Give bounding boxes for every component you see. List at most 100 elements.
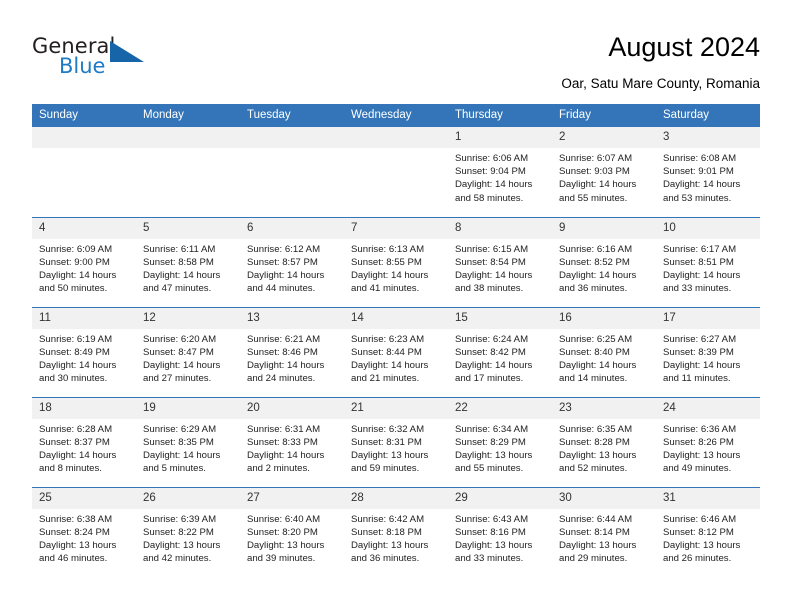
day-details: Sunrise: 6:34 AM Sunset: 8:29 PM Daylight:… [448,419,552,476]
day-sunrise-text: Sunrise: 6:40 AM [247,513,321,525]
day-daylight-text: Daylight: 14 hours [663,359,741,371]
calendar-day-cell[interactable]: 6 Sunrise: 6:12 AM Sunset: 8:57 PM Daylight… [240,216,344,307]
day-details: Sunrise: 6:16 AM Sunset: 8:52 PM Daylight:… [552,239,656,296]
calendar-day-cell[interactable]: 3 Sunrise: 6:08 AM Sunset: 9:01 PM Daylight… [656,127,760,217]
day-daylight-text: Daylight: 14 hours [663,179,741,191]
day-sunrise-text: Sunrise: 6:06 AM [455,153,529,164]
day-details: Sunrise: 6:29 AM Sunset: 8:35 PM Daylight:… [136,419,240,476]
calendar-day-cell[interactable]: 12 Sunrise: 6:20 AM Sunset: 8:47 PM Dayligh… [136,306,240,397]
day-number: 5 [136,217,240,239]
page-subtitle: Oar, Satu Mare County, Romania [561,76,760,91]
day-sunset-text: Sunset: 8:39 PM [663,346,734,358]
day-daylight-text: and 2 minutes. [247,463,310,475]
weekday-header-friday: Friday [552,104,656,127]
calendar-day-cell[interactable]: 13 Sunrise: 6:21 AM Sunset: 8:46 PM Dayligh… [240,306,344,397]
calendar-week-row: 4 Sunrise: 6:09 AM Sunset: 9:00 PM Daylight… [32,216,760,307]
day-daylight-text: and 44 minutes. [247,283,316,295]
weekday-header-tuesday: Tuesday [240,104,344,127]
day-daylight-text: Daylight: 14 hours [39,449,117,461]
calendar-day-cell[interactable]: 17 Sunrise: 6:27 AM Sunset: 8:39 PM Dayligh… [656,306,760,397]
calendar-day-cell[interactable]: 29 Sunrise: 6:43 AM Sunset: 8:16 PM Dayligh… [448,486,552,577]
day-details: Sunrise: 6:32 AM Sunset: 8:31 PM Daylight:… [344,419,448,476]
day-number: 9 [552,217,656,239]
calendar-day-cell[interactable]: 31 Sunrise: 6:46 AM Sunset: 8:12 PM Dayligh… [656,486,760,577]
calendar-day-cell[interactable]: 9 Sunrise: 6:16 AM Sunset: 8:52 PM Daylight… [552,216,656,307]
weekday-header-saturday: Saturday [656,104,760,127]
calendar-day-cell[interactable]: 2 Sunrise: 6:07 AM Sunset: 9:03 PM Daylight… [552,127,656,217]
calendar-day-cell[interactable]: 8 Sunrise: 6:15 AM Sunset: 8:54 PM Daylight… [448,216,552,307]
calendar-day-cell[interactable]: 5 Sunrise: 6:11 AM Sunset: 8:58 PM Daylight… [136,216,240,307]
day-details: Sunrise: 6:21 AM Sunset: 8:46 PM Daylight:… [240,329,344,386]
calendar-day-cell[interactable]: 1 Sunrise: 6:06 AM Sunset: 9:04 PM Daylight… [448,127,552,217]
calendar-day-cell[interactable]: 18 Sunrise: 6:28 AM Sunset: 8:37 PM Dayligh… [32,396,136,487]
day-number: 12 [136,307,240,329]
calendar-day-cell[interactable]: 10 Sunrise: 6:17 AM Sunset: 8:51 PM Dayligh… [656,216,760,307]
day-sunrise-text: Sunrise: 6:43 AM [455,513,529,525]
day-number: 25 [32,487,136,509]
day-details: Sunrise: 6:43 AM Sunset: 8:16 PM Daylight:… [448,509,552,566]
day-details: Sunrise: 6:35 AM Sunset: 8:28 PM Daylight:… [552,419,656,476]
day-daylight-text: and 59 minutes. [351,463,420,475]
day-details: Sunrise: 6:08 AM Sunset: 9:01 PM Daylight:… [656,148,760,205]
calendar-day-cell[interactable]: 16 Sunrise: 6:25 AM Sunset: 8:40 PM Dayligh… [552,306,656,397]
day-sunrise-text: Sunrise: 6:27 AM [663,333,737,345]
calendar-table: Sunday Monday Tuesday Wednesday Thursday Frid… [32,104,760,577]
day-daylight-text: and 17 minutes. [455,373,524,385]
day-sunrise-text: Sunrise: 6:24 AM [455,333,529,345]
day-details: Sunrise: 6:39 AM Sunset: 8:22 PM Daylight:… [136,509,240,566]
day-sunrise-text: Sunrise: 6:07 AM [559,153,633,164]
calendar-day-cell[interactable]: 11 Sunrise: 6:19 AM Sunset: 8:49 PM Dayligh… [32,306,136,397]
calendar-body: 1 Sunrise: 6:06 AM Sunset: 9:04 PM Daylight… [32,127,760,577]
day-sunset-text: Sunset: 9:01 PM [663,166,734,178]
calendar-day-cell[interactable]: 26 Sunrise: 6:39 AM Sunset: 8:22 PM Dayligh… [136,486,240,577]
general-blue-logo[interactable]: General Blue [32,34,152,84]
calendar-day-cell[interactable]: 28 Sunrise: 6:42 AM Sunset: 8:18 PM Dayligh… [344,486,448,577]
calendar-day-cell[interactable]: 19 Sunrise: 6:29 AM Sunset: 8:35 PM Dayligh… [136,396,240,487]
day-details: Sunrise: 6:11 AM Sunset: 8:58 PM Daylight:… [136,239,240,296]
day-daylight-text: and 53 minutes. [663,192,732,204]
day-daylight-text: and 42 minutes. [143,553,212,565]
day-number [344,127,448,148]
day-daylight-text: Daylight: 13 hours [39,539,117,551]
calendar-day-cell[interactable]: 21 Sunrise: 6:32 AM Sunset: 8:31 PM Dayligh… [344,396,448,487]
calendar-day-cell[interactable]: 23 Sunrise: 6:35 AM Sunset: 8:28 PM Dayligh… [552,396,656,487]
day-number: 17 [656,307,760,329]
calendar-day-cell[interactable]: 30 Sunrise: 6:44 AM Sunset: 8:14 PM Dayligh… [552,486,656,577]
day-number: 30 [552,487,656,509]
day-daylight-text: Daylight: 14 hours [559,269,637,281]
day-daylight-text: and 39 minutes. [247,553,316,565]
calendar-day-cell[interactable]: 25 Sunrise: 6:38 AM Sunset: 8:24 PM Dayligh… [32,486,136,577]
day-daylight-text: and 27 minutes. [143,373,212,385]
day-sunset-text: Sunset: 8:26 PM [663,436,734,448]
day-number: 4 [32,217,136,239]
day-daylight-text: and 11 minutes. [663,373,731,385]
day-sunset-text: Sunset: 8:57 PM [247,256,318,268]
day-details: Sunrise: 6:40 AM Sunset: 8:20 PM Daylight:… [240,509,344,566]
calendar-day-cell[interactable]: 27 Sunrise: 6:40 AM Sunset: 8:20 PM Dayligh… [240,486,344,577]
day-sunrise-text: Sunrise: 6:34 AM [455,423,529,435]
day-daylight-text: and 36 minutes. [351,553,420,565]
day-daylight-text: Daylight: 14 hours [455,269,533,281]
calendar-day-cell[interactable]: 7 Sunrise: 6:13 AM Sunset: 8:55 PM Daylight… [344,216,448,307]
day-number: 7 [344,217,448,239]
calendar-day-cell[interactable]: 24 Sunrise: 6:36 AM Sunset: 8:26 PM Dayligh… [656,396,760,487]
day-sunrise-text: Sunrise: 6:28 AM [39,423,113,435]
day-sunrise-text: Sunrise: 6:19 AM [39,333,113,345]
day-sunset-text: Sunset: 8:14 PM [559,526,630,538]
day-daylight-text: and 14 minutes. [559,373,628,385]
day-sunrise-text: Sunrise: 6:32 AM [351,423,425,435]
day-details: Sunrise: 6:06 AM Sunset: 9:04 PM Daylight:… [448,148,552,205]
calendar-day-cell[interactable]: 22 Sunrise: 6:34 AM Sunset: 8:29 PM Dayligh… [448,396,552,487]
day-daylight-text: Daylight: 14 hours [247,359,325,371]
brand-name-blue: Blue [59,54,106,78]
day-sunset-text: Sunset: 8:55 PM [351,256,422,268]
day-number: 15 [448,307,552,329]
calendar-day-cell[interactable]: 20 Sunrise: 6:31 AM Sunset: 8:33 PM Dayligh… [240,396,344,487]
calendar-day-cell[interactable]: 15 Sunrise: 6:24 AM Sunset: 8:42 PM Dayligh… [448,306,552,397]
day-daylight-text: and 21 minutes. [351,373,420,385]
calendar-day-cell[interactable]: 4 Sunrise: 6:09 AM Sunset: 9:00 PM Daylight… [32,216,136,307]
calendar-day-cell[interactable]: 14 Sunrise: 6:23 AM Sunset: 8:44 PM Dayligh… [344,306,448,397]
day-details: Sunrise: 6:25 AM Sunset: 8:40 PM Daylight:… [552,329,656,386]
day-sunset-text: Sunset: 8:46 PM [247,346,318,358]
day-daylight-text: and 47 minutes. [143,283,212,295]
